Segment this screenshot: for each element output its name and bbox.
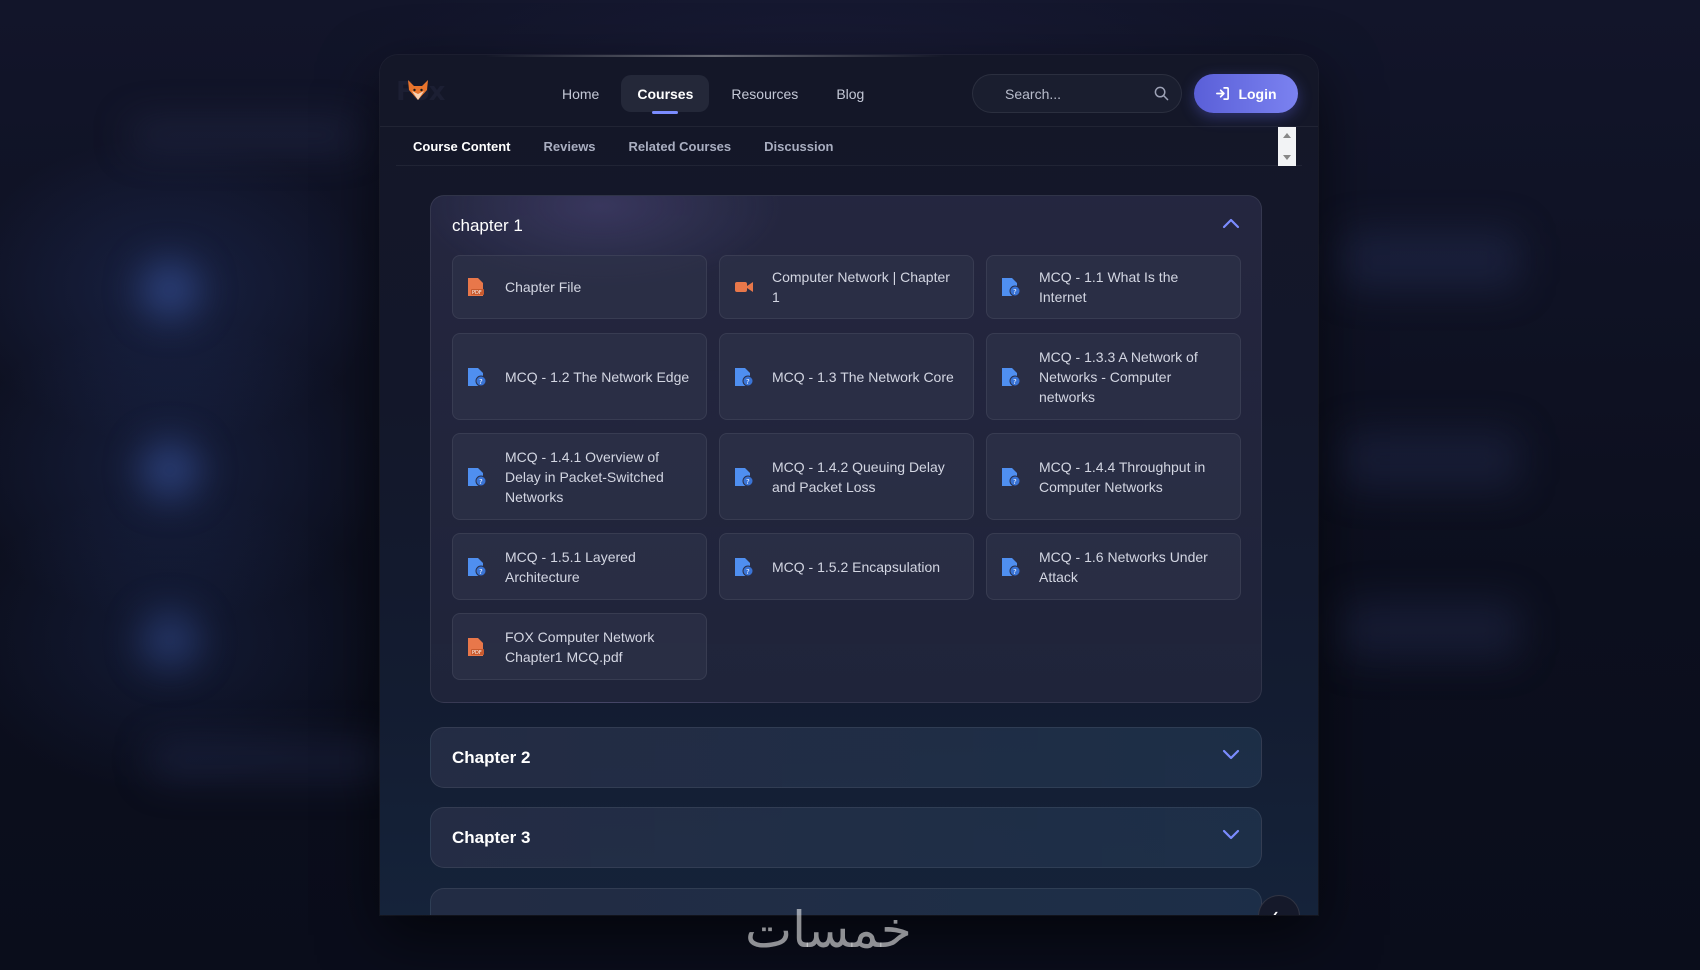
list-item[interactable]: ? MCQ - 1.2 The Network Edge (452, 333, 707, 420)
quiz-file-icon: ? (1002, 467, 1021, 486)
fox-head-icon (408, 80, 428, 100)
svg-text:?: ? (1013, 568, 1017, 576)
course-content-panel: chapter 1 PDF Chapter File Computer Netw… (396, 166, 1302, 915)
quiz-file-icon: ? (1002, 367, 1021, 386)
search-input[interactable] (1005, 85, 1145, 102)
item-label: MCQ - 1.5.1 Layered Architecture (505, 548, 636, 585)
nav-courses[interactable]: Courses (621, 75, 710, 114)
item-label: MCQ - 1.3.3 A Network of Networks - Comp… (1039, 348, 1198, 405)
login-label: Login (1238, 85, 1277, 102)
list-item[interactable]: ? MCQ - 1.4.4 Throughput in Computer Net… (986, 433, 1241, 520)
item-label: MCQ - 1.4.4 Throughput in Computer Netwo… (1039, 458, 1206, 495)
list-item[interactable]: ? MCQ - 1.5.2 Encapsulation (719, 533, 974, 600)
scroll-down-arrow-icon[interactable] (1283, 155, 1291, 160)
list-item[interactable]: PDF Chapter File (452, 255, 707, 319)
tab-discussion[interactable]: Discussion (764, 139, 833, 154)
chapter-1-accordion: chapter 1 PDF Chapter File Computer Netw… (430, 195, 1262, 703)
item-label: FOX Computer Network Chapter1 MCQ.pdf (505, 628, 655, 665)
quiz-file-icon: ? (1002, 278, 1021, 297)
item-label: MCQ - 1.4.1 Overview of Delay in Packet-… (505, 448, 664, 505)
item-label: MCQ - 1.6 Networks Under Attack (1039, 548, 1208, 585)
quiz-file-icon: ? (468, 557, 487, 576)
item-label: MCQ - 1.5.2 Encapsulation (772, 558, 941, 575)
quiz-file-icon: ? (468, 367, 487, 386)
search-icon[interactable] (1154, 86, 1169, 101)
login-icon (1216, 87, 1230, 100)
svg-text:?: ? (479, 568, 483, 576)
list-item[interactable]: ? MCQ - 1.4.1 Overview of Delay in Packe… (452, 433, 707, 520)
svg-text:?: ? (1013, 378, 1017, 386)
quiz-file-icon: ? (735, 367, 754, 386)
svg-text:?: ? (1013, 288, 1017, 296)
chapter-3-accordion[interactable]: Chapter 3 (430, 807, 1262, 868)
svg-text:?: ? (479, 378, 483, 386)
svg-text:PDF: PDF (472, 290, 482, 296)
list-item[interactable]: ? MCQ - 1.3 The Network Core (719, 333, 974, 420)
list-item[interactable]: Computer Network | Chapter 1 (719, 255, 974, 319)
list-item[interactable]: ? MCQ - 1.5.1 Layered Architecture (452, 533, 707, 600)
svg-text:?: ? (746, 478, 750, 486)
pdf-file-icon: PDF (468, 637, 484, 656)
search-box (972, 74, 1182, 113)
pdf-file-icon: PDF (468, 278, 484, 296)
chapter-2-accordion[interactable]: Chapter 2 (430, 727, 1262, 788)
list-item[interactable]: ? MCQ - 1.1 What Is the Internet (986, 255, 1241, 319)
video-icon (735, 282, 753, 292)
login-button[interactable]: Login (1194, 74, 1298, 113)
tab-reviews[interactable]: Reviews (544, 139, 596, 154)
list-item[interactable]: ? MCQ - 1.6 Networks Under Attack (986, 533, 1241, 600)
svg-text:?: ? (746, 568, 750, 576)
tabs-scrollbar[interactable] (1278, 127, 1296, 166)
quiz-file-icon: ? (468, 467, 487, 486)
quiz-file-icon: ? (735, 557, 754, 576)
chevron-up-icon[interactable] (1222, 217, 1240, 229)
item-label: Chapter File (505, 279, 582, 295)
quiz-file-icon: ? (1002, 557, 1021, 576)
khamsat-watermark: خمسات (745, 901, 912, 959)
item-label: MCQ - 1.1 What Is the Internet (1039, 269, 1179, 305)
item-label: MCQ - 1.4.2 Queuing Delay and Packet Los… (772, 458, 945, 495)
chevron-down-icon[interactable] (1222, 749, 1240, 761)
item-label: MCQ - 1.2 The Network Edge (505, 368, 690, 385)
course-page-window: Fox Home Courses Resources Blog (380, 55, 1318, 915)
fox-logo[interactable]: Fox (396, 77, 445, 107)
svg-text:?: ? (479, 478, 483, 486)
list-item[interactable]: ? MCQ - 1.4.2 Queuing Delay and Packet L… (719, 433, 974, 520)
chapter-title[interactable]: Chapter 2 (452, 748, 530, 768)
chevron-down-icon[interactable] (1222, 829, 1240, 841)
top-navbar: Fox Home Courses Resources Blog (380, 55, 1318, 127)
list-item[interactable]: ? MCQ - 1.3.3 A Network of Networks - Co… (986, 333, 1241, 420)
nav-home[interactable]: Home (546, 75, 615, 112)
scroll-up-arrow-icon[interactable] (1283, 133, 1291, 138)
course-tabs: Course Content Reviews Related Courses D… (396, 127, 1302, 166)
svg-text:?: ? (746, 378, 750, 386)
svg-text:PDF: PDF (472, 650, 482, 656)
tab-related-courses[interactable]: Related Courses (629, 139, 732, 154)
item-label: Computer Network | Chapter 1 (772, 269, 950, 305)
main-nav: Home Courses Resources Blog (546, 75, 880, 114)
chapter-title[interactable]: chapter 1 (452, 216, 523, 236)
item-label: MCQ - 1.3 The Network Core (772, 368, 954, 385)
nav-resources[interactable]: Resources (715, 75, 814, 112)
chevron-left-icon: ‹ (1273, 906, 1279, 915)
list-item[interactable]: PDF FOX Computer Network Chapter1 MCQ.pd… (452, 613, 707, 680)
quiz-file-icon: ? (735, 467, 754, 486)
svg-text:?: ? (1013, 478, 1017, 486)
tab-course-content[interactable]: Course Content (413, 139, 511, 154)
nav-blog[interactable]: Blog (820, 75, 880, 112)
chapter-title[interactable]: Chapter 3 (452, 828, 530, 848)
